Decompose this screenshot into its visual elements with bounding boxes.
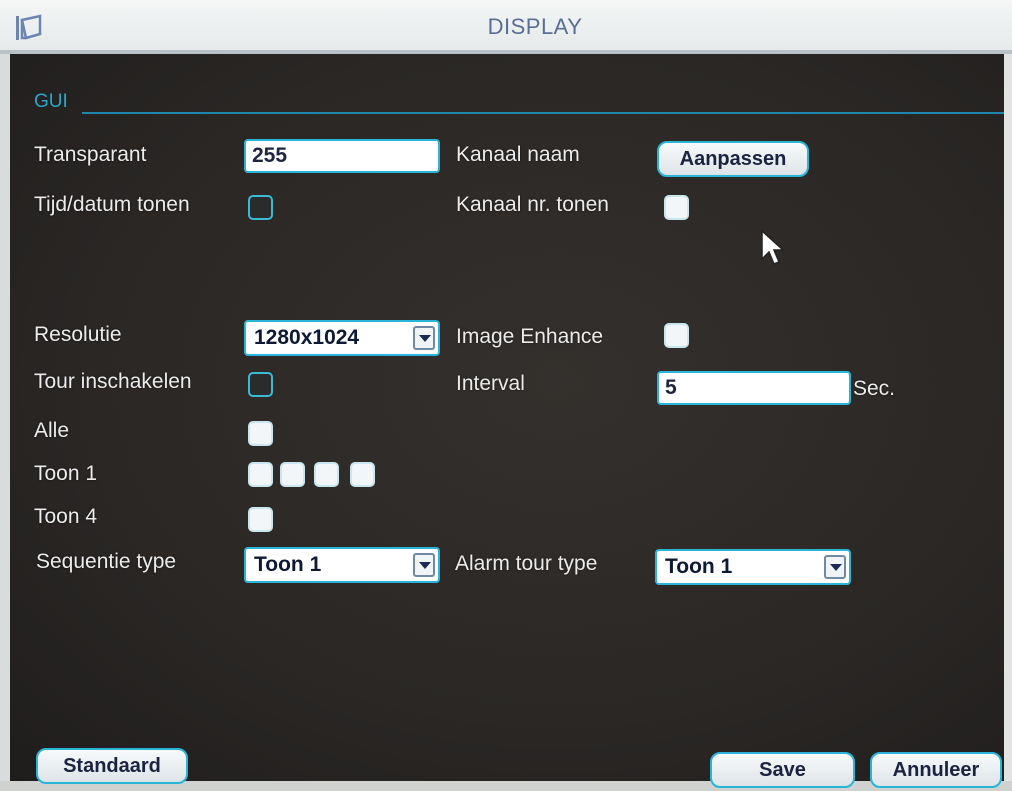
alarm-tour-label: Alarm tour type (455, 552, 598, 575)
image-enhance-checkbox[interactable] (664, 323, 689, 348)
image-enhance-label: Image Enhance (456, 325, 604, 348)
section-title-gui: GUI (34, 91, 68, 112)
save-button[interactable]: Save (710, 752, 855, 788)
tour-checkbox[interactable] (248, 372, 273, 397)
sequentie-value: Toon 1 (254, 553, 322, 576)
window-title: DISPLAY (487, 14, 583, 39)
transparant-label: Transparant (34, 143, 147, 166)
chevron-down-icon[interactable] (413, 326, 435, 350)
chevron-down-icon[interactable] (824, 555, 846, 579)
frame-edge-right (1004, 54, 1012, 791)
resolutie-value: 1280x1024 (254, 326, 360, 349)
alarm-tour-select[interactable]: Toon 1 (655, 549, 851, 585)
mouse-pointer-icon (761, 229, 785, 265)
aanpassen-button[interactable]: Aanpassen (657, 141, 809, 177)
tour-label: Tour inschakelen (34, 370, 192, 393)
alarm-tour-value: Toon 1 (665, 555, 733, 578)
sequentie-select[interactable]: Toon 1 (244, 547, 440, 583)
sequentie-label: Sequentie type (36, 550, 177, 573)
toon4-checkbox[interactable] (248, 507, 273, 532)
transparant-input[interactable]: 255 (244, 139, 440, 173)
chevron-down-icon[interactable] (413, 553, 435, 577)
resolutie-select[interactable]: 1280x1024 (244, 320, 440, 356)
kanaal-naam-label: Kanaal naam (456, 143, 580, 166)
toon1-checkbox-3[interactable] (314, 462, 339, 487)
toon1-checkbox-1[interactable] (248, 462, 273, 487)
tijd-datum-checkbox[interactable] (248, 195, 273, 220)
title-bar: DISPLAY (0, 0, 1012, 50)
resolutie-label: Resolutie (34, 323, 122, 346)
toon1-checkbox-2[interactable] (280, 462, 305, 487)
interval-label: Interval (456, 372, 525, 395)
interval-input[interactable]: 5 (657, 371, 851, 405)
toon1-checkbox-4[interactable] (350, 462, 375, 487)
toon4-label: Toon 4 (34, 505, 98, 528)
kanaal-nr-label: Kanaal nr. tonen (456, 193, 609, 216)
alle-label: Alle (34, 419, 70, 442)
annuleer-button[interactable]: Annuleer (870, 752, 1002, 788)
kanaal-nr-checkbox[interactable] (664, 195, 689, 220)
standaard-button[interactable]: Standaard (36, 748, 188, 784)
frame-edge-left (0, 54, 10, 791)
interval-unit: Sec. (853, 377, 896, 400)
tijd-datum-label: Tijd/datum tonen (34, 193, 190, 216)
toon1-label: Toon 1 (34, 462, 98, 485)
section-divider (82, 112, 1004, 114)
alle-checkbox[interactable] (248, 421, 273, 446)
